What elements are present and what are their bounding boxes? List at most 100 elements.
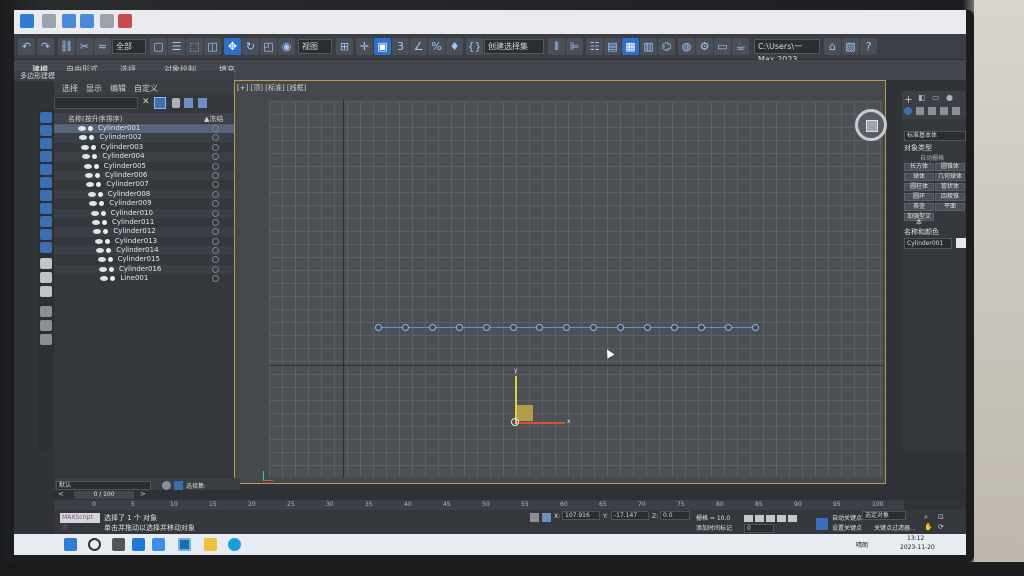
cylinder-marker[interactable] — [401, 324, 409, 331]
browser-icon[interactable] — [228, 538, 241, 551]
list-item[interactable]: Cylinder004 — [54, 152, 240, 162]
cylinder-marker[interactable] — [670, 324, 678, 331]
select-by-name-icon[interactable]: ☰ — [168, 38, 185, 55]
cylinder-marker[interactable] — [428, 324, 436, 331]
select-object-icon[interactable]: ▢ — [150, 38, 167, 55]
layer-icon[interactable] — [198, 98, 207, 108]
display-shapes-icon[interactable] — [40, 138, 52, 149]
find-icon[interactable] — [154, 97, 166, 109]
freeze-toggle-icon[interactable] — [212, 237, 219, 245]
plane-button[interactable]: 平面 — [935, 203, 965, 211]
next-frame-icon[interactable] — [777, 515, 786, 522]
auto-key-button[interactable]: 自动关键点 — [832, 513, 862, 522]
sphere-button[interactable]: 球体 — [904, 173, 934, 181]
angle-snap-icon[interactable]: ∠ — [410, 38, 427, 55]
clear-search-icon[interactable]: ✕ — [142, 97, 152, 109]
toggle-ribbon-icon[interactable]: ▤ — [604, 38, 621, 55]
freeze-toggle-icon[interactable] — [212, 200, 219, 208]
go-to-start-icon[interactable] — [744, 515, 753, 522]
reference-coordinate-dropdown[interactable]: 视图 — [298, 39, 332, 54]
layer-explorer-icon[interactable] — [162, 481, 171, 490]
visibility-eye-icon[interactable] — [100, 276, 109, 282]
clock-date[interactable]: 2023-11-20 — [900, 544, 935, 551]
snaps-toggle-icon[interactable]: 3 — [392, 38, 409, 55]
list-item[interactable]: Line001 — [54, 274, 240, 283]
object-color-swatch[interactable] — [956, 238, 966, 248]
freeze-toggle-icon[interactable] — [212, 162, 219, 170]
scene-explorer-toggle-icon[interactable]: ▦ — [622, 38, 639, 55]
schematic-view-icon[interactable]: ⌬ — [658, 38, 675, 55]
redo-icon[interactable] — [80, 14, 94, 28]
lights-icon[interactable] — [928, 107, 936, 115]
redo-button[interactable]: ↷ — [37, 38, 54, 55]
list-item[interactable]: Cylinder015 — [54, 255, 240, 264]
freeze-toggle-icon[interactable] — [212, 228, 219, 236]
move-gizmo-x-axis[interactable] — [517, 422, 565, 424]
move-gizmo-xy-plane[interactable] — [517, 405, 533, 421]
display-containers-icon[interactable] — [40, 242, 52, 253]
time-slider[interactable]: < 0 / 100 > — [54, 490, 966, 500]
geosphere-button[interactable]: 几何球体 — [935, 173, 965, 181]
list-item[interactable]: Cylinder006 — [54, 170, 240, 181]
list-item[interactable]: Cylinder009 — [54, 199, 240, 208]
layer-dropdown[interactable]: 默认 — [56, 481, 151, 490]
display-xrefs-icon[interactable] — [40, 216, 52, 227]
freeze-toggle-icon[interactable] — [212, 265, 219, 273]
cylinder-marker[interactable] — [644, 324, 651, 331]
key-mode-dropdown[interactable]: 选定对象 — [862, 511, 906, 520]
list-item[interactable]: Cylinder011 — [54, 218, 240, 227]
display-helpers-icon[interactable] — [40, 177, 52, 188]
pyramid-button[interactable]: 四棱锥 — [935, 193, 965, 201]
hierarchy-icon[interactable] — [184, 98, 193, 108]
viewcube-icon[interactable] — [855, 109, 887, 141]
spinner-snap-icon[interactable]: ♦ — [446, 38, 463, 55]
object-name-field[interactable]: Cylinder001 — [904, 238, 952, 249]
display-groups-icon[interactable] — [40, 203, 52, 214]
maxscript-listener[interactable]: MAXScript 迷 — [60, 513, 100, 531]
windows-start-icon[interactable] — [64, 538, 77, 551]
motion-tab-icon[interactable]: ● — [946, 93, 953, 102]
cameras-icon[interactable] — [940, 107, 948, 115]
edit-named-selection-icon[interactable]: {} — [466, 38, 483, 55]
visibility-eye-icon[interactable] — [92, 219, 100, 225]
menu-display[interactable]: 显示 — [86, 83, 102, 94]
cylinder-marker[interactable] — [724, 324, 732, 331]
app-logo-icon[interactable] — [20, 14, 34, 28]
scene-explorer-icon[interactable] — [174, 481, 183, 490]
menu-select[interactable]: 选择 — [62, 83, 78, 94]
visibility-eye-icon[interactable] — [80, 144, 89, 150]
weather[interactable]: 晴朗 — [856, 540, 868, 549]
set-key-icon[interactable] — [816, 518, 828, 530]
project-path-field[interactable]: C:\Users\一 Max 2023 — [754, 39, 820, 64]
column-frozen-header[interactable]: ▲冻结 — [204, 114, 223, 124]
open-file-icon[interactable] — [100, 14, 114, 28]
polygon-modeling-label[interactable]: 多边形建模 — [20, 71, 55, 81]
list-item[interactable]: Cylinder014 — [54, 246, 240, 256]
file-explorer-icon[interactable] — [204, 538, 217, 551]
material-editor-icon[interactable]: ◍ — [678, 38, 695, 55]
render-production-icon[interactable]: ☕ — [732, 38, 749, 55]
display-cameras-icon[interactable] — [40, 164, 52, 175]
list-item[interactable]: Cylinder002 — [54, 133, 240, 143]
display-frozen-icon[interactable] — [40, 258, 52, 269]
teapot-button[interactable]: 茶壶 — [904, 203, 934, 211]
list-item[interactable]: Cylinder003 — [54, 143, 240, 152]
visibility-eye-icon[interactable] — [82, 154, 91, 160]
track-bar[interactable]: 0 5 10 15 20 25 30 35 40 45 50 55 60 65 70 75 80 85 90 95 10… — [54, 500, 904, 510]
display-spacewarps-icon[interactable] — [40, 190, 52, 201]
play-icon[interactable] — [766, 515, 775, 522]
rendered-frame-window-icon[interactable]: ▭ — [714, 38, 731, 55]
zoom-icon[interactable]: ⌕ — [924, 513, 928, 522]
freeze-toggle-icon[interactable] — [212, 218, 219, 226]
time-next-icon[interactable]: > — [140, 490, 146, 498]
list-item[interactable]: Cylinder010 — [54, 208, 240, 218]
freeze-toggle-icon[interactable] — [212, 275, 219, 283]
select-manipulate-icon[interactable]: ✛ — [356, 38, 373, 55]
cylinder-button[interactable]: 圆柱体 — [904, 183, 934, 191]
select-move-icon[interactable]: ✥ — [224, 38, 241, 55]
name-color-rollout[interactable]: 名称和颜色 — [904, 227, 939, 237]
frame-slider-thumb[interactable]: 0 / 100 — [74, 491, 134, 499]
curve-editor-icon[interactable]: ▥ — [640, 38, 657, 55]
move-gizmo-center[interactable] — [511, 418, 519, 426]
current-frame-field[interactable]: 0 — [744, 524, 774, 533]
